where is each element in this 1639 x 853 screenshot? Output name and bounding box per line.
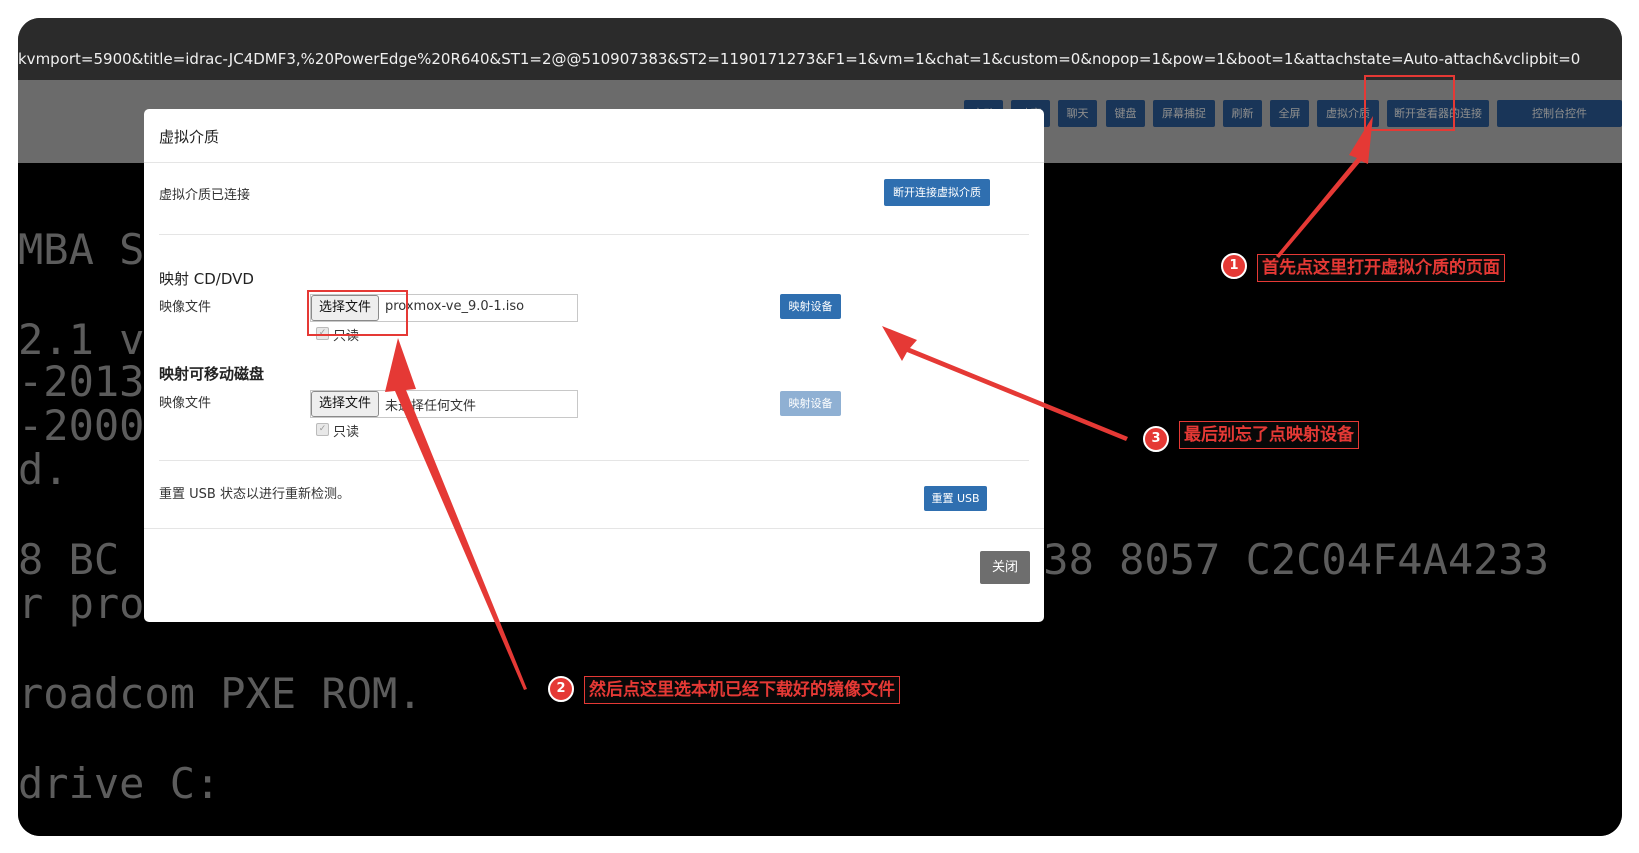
annotation-label-3: 最后别忘了点映射设备 [1179, 421, 1359, 449]
arrow-3 [882, 326, 1128, 441]
annotation-badge-3: 3 [1143, 426, 1169, 452]
annotation-badge-1: 1 [1221, 253, 1247, 279]
arrow-1 [1276, 116, 1373, 258]
annotation-badge-2: 2 [548, 676, 574, 702]
annotation-arrows [385, 116, 1373, 690]
arrow-2 [385, 338, 527, 690]
annotation-label-1: 首先点这里打开虚拟介质的页面 [1257, 254, 1505, 282]
annotation-label-2: 然后点这里选本机已经下载好的镜像文件 [584, 676, 900, 704]
